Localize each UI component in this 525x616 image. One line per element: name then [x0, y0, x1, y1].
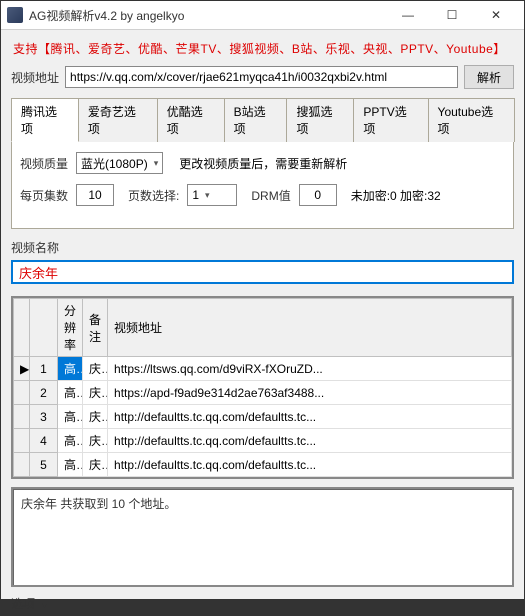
url-row: 视频地址 解析	[11, 65, 514, 89]
video-name-label: 视频名称	[11, 239, 514, 256]
tab-tencent[interactable]: 腾讯选项	[11, 98, 79, 142]
grid-header-note[interactable]: 备注	[83, 299, 108, 357]
per-page-label: 每页集数	[20, 187, 68, 204]
url-input[interactable]	[65, 66, 458, 88]
window-controls: — ☐ ✕	[386, 1, 518, 29]
row-pointer	[14, 381, 30, 405]
page-select[interactable]: 1 ▾	[187, 184, 237, 206]
options-menu[interactable]: 选项 ▾	[11, 595, 47, 612]
window-title: AG视频解析v4.2 by angelkyo	[29, 7, 386, 24]
tab-pptv[interactable]: PPTV选项	[353, 98, 428, 142]
quality-select[interactable]: 蓝光(1080P) ▾	[76, 152, 163, 174]
quality-label: 视频质量	[20, 155, 68, 172]
tab-youku[interactable]: 优酷选项	[157, 98, 225, 142]
table-row[interactable]: 3高清庆余年_03http://defaultts.tc.qq.com/defa…	[14, 405, 512, 429]
encryption-info: 未加密:0 加密:32	[351, 187, 441, 204]
cell-url: http://defaultts.tc.qq.com/defaultts.tc.…	[108, 429, 512, 453]
cell-url: https://apd-f9ad9e314d2ae763af3488...	[108, 381, 512, 405]
options-menu-label: 选项	[11, 597, 35, 611]
row-index: 5	[30, 453, 58, 477]
quality-hint: 更改视频质量后，需要重新解析	[179, 155, 347, 172]
cell-note: 庆余年_05	[83, 453, 108, 477]
row-index: 2	[30, 381, 58, 405]
tab-sohu[interactable]: 搜狐选项	[286, 98, 354, 142]
cell-resolution: 高清	[58, 405, 83, 429]
tab-bar: 腾讯选项 爱奇艺选项 优酷选项 B站选项 搜狐选项 PPTV选项 Youtube…	[11, 97, 514, 142]
row-index: 3	[30, 405, 58, 429]
minimize-button[interactable]: —	[386, 1, 430, 29]
row-pointer: ▶	[14, 357, 30, 381]
row-pointer	[14, 429, 30, 453]
chevron-down-icon: ▾	[154, 158, 159, 169]
cell-url: https://ltsws.qq.com/d9viRX-fXOruZD...	[108, 357, 512, 381]
row-index: 4	[30, 429, 58, 453]
cell-note: 庆余年_02	[83, 381, 108, 405]
app-icon	[7, 7, 23, 23]
chevron-down-icon: ▾	[42, 600, 47, 610]
table-row[interactable]: 5高清庆余年_05http://defaultts.tc.qq.com/defa…	[14, 453, 512, 477]
content-area: 支持【腾讯、爱奇艺、优酷、芒果TV、搜狐视频、B站、乐视、央视、PPTV、You…	[1, 30, 524, 591]
chevron-down-icon: ▾	[205, 190, 210, 201]
per-page-input[interactable]	[76, 184, 114, 206]
cell-note: 庆余年_03	[83, 405, 108, 429]
page-select-value: 1	[192, 188, 199, 202]
url-label: 视频地址	[11, 69, 59, 86]
support-text: 支持【腾讯、爱奇艺、优酷、芒果TV、搜狐视频、B站、乐视、央视、PPTV、You…	[11, 36, 514, 65]
table-row[interactable]: 2高清庆余年_02https://apd-f9ad9e314d2ae763af3…	[14, 381, 512, 405]
grid-header-pointer	[14, 299, 30, 357]
row-pointer	[14, 405, 30, 429]
results-grid: 分辨率 备注 视频地址 ▶1高清庆余年_01https://ltsws.qq.c…	[11, 296, 514, 479]
video-name-input[interactable]	[11, 260, 514, 284]
footer: 选项 ▾	[1, 591, 524, 616]
cell-resolution: 高清	[58, 357, 83, 381]
cell-url: http://defaultts.tc.qq.com/defaultts.tc.…	[108, 405, 512, 429]
page-select-label: 页数选择:	[128, 187, 179, 204]
cell-url: http://defaultts.tc.qq.com/defaultts.tc.…	[108, 453, 512, 477]
tab-iqiyi[interactable]: 爱奇艺选项	[78, 98, 158, 142]
quality-value: 蓝光(1080P)	[81, 155, 148, 172]
video-name-section: 视频名称	[11, 239, 514, 284]
cell-note: 庆余年_04	[83, 429, 108, 453]
grid-header-row: 分辨率 备注 视频地址	[14, 299, 512, 357]
grid-header-index	[30, 299, 58, 357]
grid-header-resolution[interactable]: 分辨率	[58, 299, 83, 357]
log-output[interactable]: 庆余年 共获取到 10 个地址。	[11, 487, 514, 587]
table-row[interactable]: 4高清庆余年_04http://defaultts.tc.qq.com/defa…	[14, 429, 512, 453]
maximize-button[interactable]: ☐	[430, 1, 474, 29]
drm-label: DRM值	[251, 187, 290, 204]
grid-header-url[interactable]: 视频地址	[108, 299, 512, 357]
row-index: 1	[30, 357, 58, 381]
tab-youtube[interactable]: Youtube选项	[428, 98, 515, 142]
table-row[interactable]: ▶1高清庆余年_01https://ltsws.qq.com/d9viRX-fX…	[14, 357, 512, 381]
cell-resolution: 高清	[58, 453, 83, 477]
cell-resolution: 高清	[58, 429, 83, 453]
cell-note: 庆余年_01	[83, 357, 108, 381]
tab-panel: 视频质量 蓝光(1080P) ▾ 更改视频质量后，需要重新解析 每页集数 页数选…	[11, 142, 514, 229]
titlebar[interactable]: AG视频解析v4.2 by angelkyo — ☐ ✕	[1, 1, 524, 30]
close-button[interactable]: ✕	[474, 1, 518, 29]
parse-button[interactable]: 解析	[464, 65, 514, 89]
cell-resolution: 高清	[58, 381, 83, 405]
tab-bilibili[interactable]: B站选项	[224, 98, 288, 142]
app-window: AG视频解析v4.2 by angelkyo — ☐ ✕ 支持【腾讯、爱奇艺、优…	[0, 0, 525, 600]
row-pointer	[14, 453, 30, 477]
drm-input[interactable]	[299, 184, 337, 206]
